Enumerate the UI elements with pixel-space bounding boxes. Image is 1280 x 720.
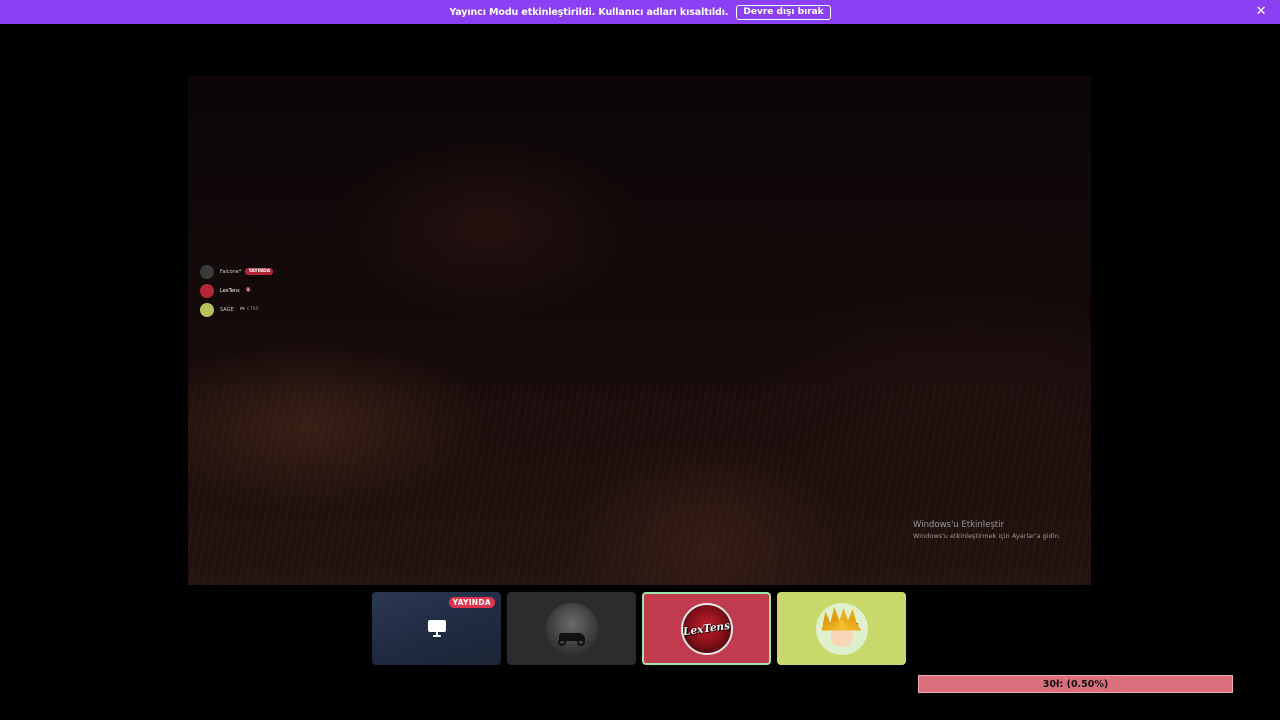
- lextens-avatar: LexTens: [680, 602, 733, 655]
- voice-overlay: Falcone* YAYINDA LexTens 🔇 SAGE 🎮 CTRR: [200, 262, 274, 319]
- activation-title: Windows'u Etkinleştir: [913, 520, 1004, 530]
- participant-tile[interactable]: [507, 592, 636, 665]
- banner-message: Yayıncı Modu etkinleştirildi. Kullanıcı …: [449, 6, 729, 18]
- motorcycle-avatar: [545, 602, 598, 655]
- overlay-username: LexTens: [220, 287, 240, 294]
- anime-avatar: [815, 602, 868, 655]
- participant-tile-selected[interactable]: LexTens: [642, 592, 771, 665]
- overlay-avatar: [200, 283, 214, 298]
- disable-streamer-mode-button[interactable]: Devre dışı bırak: [736, 4, 831, 20]
- participant-tile[interactable]: [777, 592, 906, 665]
- overlay-user: SAGE 🎮 CTRR: [200, 300, 273, 319]
- activation-subtitle: Windows'u etkinleştirmek için Ayarlar'a …: [913, 532, 1061, 540]
- video-foliage: [188, 385, 1091, 585]
- progress-bar: 30ł: (0.50%): [918, 675, 1233, 693]
- participant-tiles: YAYINDA LexTens: [372, 592, 906, 665]
- progress-label: 30ł: (0.50%): [1042, 678, 1109, 690]
- stream-video[interactable]: Falcone* YAYINDA LexTens 🔇 SAGE 🎮 CTRR W…: [188, 76, 1091, 585]
- overlay-user: LexTens 🔇: [200, 281, 273, 300]
- overlay-user: Falcone* YAYINDA: [200, 262, 274, 281]
- overlay-activity: 🎮 CTRR: [239, 307, 259, 312]
- overlay-username: Falcone*: [220, 268, 242, 275]
- close-icon[interactable]: ✕: [1254, 5, 1268, 19]
- overlay-avatar: [200, 264, 214, 279]
- overlay-username: SAGE: [220, 306, 234, 313]
- overlay-avatar: [200, 302, 214, 317]
- monitor-icon: [427, 620, 446, 637]
- stream-tile[interactable]: YAYINDA: [372, 592, 501, 665]
- windows-activation-watermark: Windows'u Etkinleştir Windows'u etkinleş…: [913, 520, 1061, 540]
- muted-icon: 🔇: [245, 288, 252, 293]
- overlay-live-badge: YAYINDA: [245, 268, 274, 275]
- streamer-mode-banner: Yayıncı Modu etkinleştirildi. Kullanıcı …: [0, 0, 1280, 24]
- live-badge: YAYINDA: [448, 597, 495, 608]
